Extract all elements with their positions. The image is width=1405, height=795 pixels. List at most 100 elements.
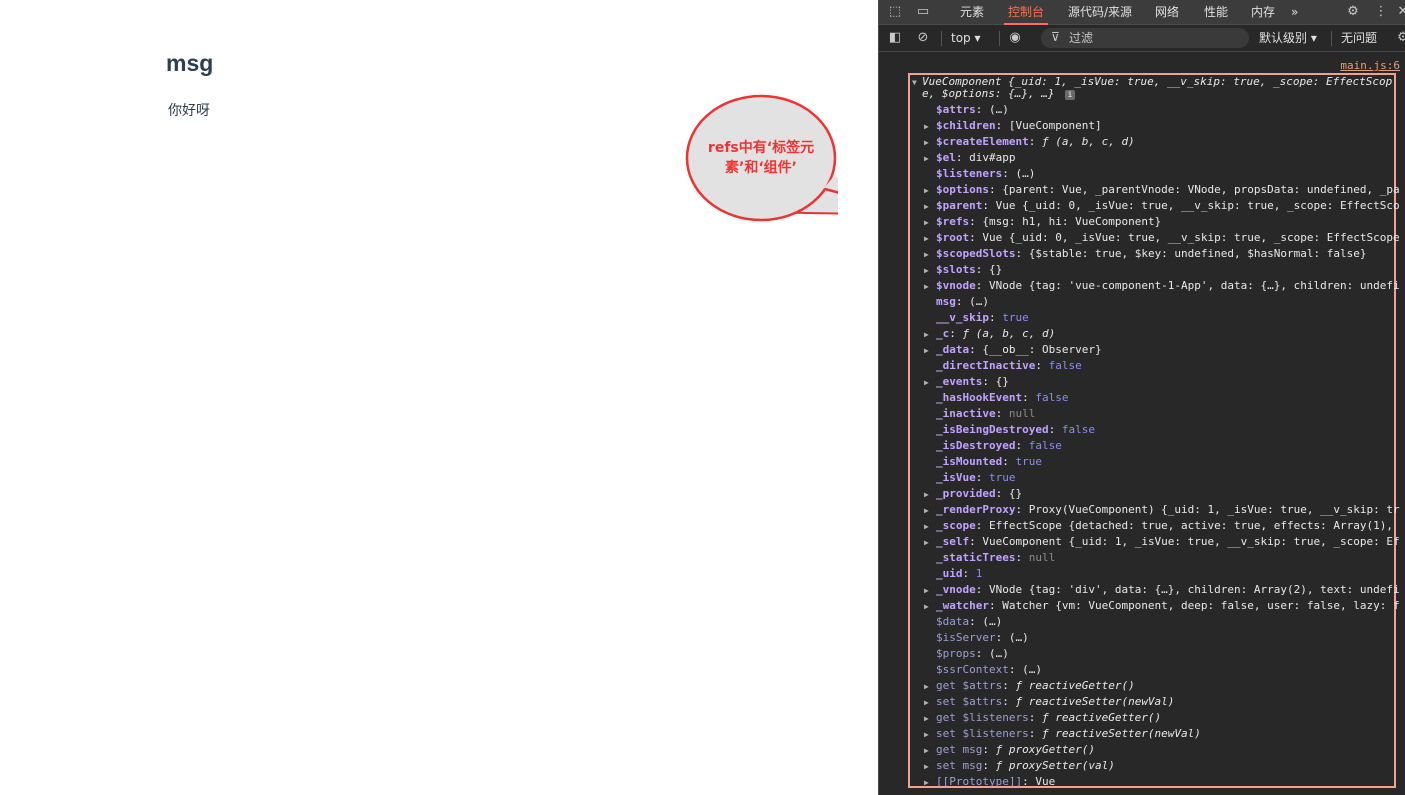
property-value: Watcher {vm: VueComponent, deep: false, … — [1002, 599, 1400, 612]
property-value: ƒ (a, b, c, d) — [962, 327, 1056, 340]
property-key: _isVue — [936, 471, 976, 484]
expand-arrow-icon[interactable]: ▶ — [924, 183, 929, 199]
expand-arrow-icon[interactable]: ▶ — [924, 695, 929, 711]
callout-text-line1: refs中有‘标签元 — [708, 139, 814, 156]
console-settings-icon[interactable]: ⚙ — [1395, 30, 1405, 46]
property-key: get $attrs — [936, 679, 1003, 692]
property-value: ƒ reactiveSetter(newVal) — [1015, 695, 1175, 708]
property-key: _hasHookEvent — [936, 391, 1023, 404]
property-key: $attrs — [936, 103, 976, 116]
property-value: ƒ (a, b, c, d) — [1041, 135, 1135, 148]
expand-arrow-icon[interactable]: ▶ — [924, 599, 929, 615]
expand-arrow-icon[interactable]: ▶ — [924, 583, 929, 599]
property-key: _isDestroyed — [936, 439, 1016, 452]
collapse-arrow-icon[interactable]: ▼ — [912, 75, 917, 91]
property-value: 1 — [975, 567, 983, 580]
property-value: null — [1028, 551, 1056, 564]
expand-arrow-icon[interactable]: ▶ — [924, 247, 929, 263]
property-key: _events — [936, 375, 983, 388]
property-key: $slots — [936, 263, 976, 276]
expand-arrow-icon[interactable]: ▶ — [924, 487, 929, 503]
expand-arrow-icon[interactable]: ▶ — [924, 343, 929, 359]
property-key: _data — [936, 343, 970, 356]
expand-arrow-icon[interactable]: ▶ — [924, 263, 929, 279]
property-value: VueComponent {_uid: 1, _isVue: true, __v… — [982, 535, 1400, 548]
property-value: {parent: Vue, _parentVnode: VNode, props… — [1002, 183, 1400, 196]
console-filter-input[interactable]: ⊽ 过滤 — [1041, 28, 1249, 48]
property-key: _provided — [936, 487, 996, 500]
live-expression-eye-icon[interactable]: ◉ — [1007, 30, 1023, 46]
tab-console[interactable]: 控制台 — [1003, 0, 1049, 25]
clear-console-icon[interactable]: ⊘ — [915, 30, 931, 46]
log-levels-dropdown[interactable]: 默认级别 ▾ — [1259, 25, 1317, 51]
greeting-text: 你好呀 — [168, 103, 210, 119]
expand-arrow-icon[interactable]: ▶ — [924, 279, 929, 295]
property-value: (…) — [982, 615, 1003, 628]
object-summary-cont: e, $options: {…}, …} i — [922, 86, 1076, 102]
property-value: true — [989, 471, 1016, 484]
context-selector[interactable]: top ▾ — [951, 25, 981, 51]
property-key: _renderProxy — [936, 503, 1016, 516]
property-key: _c — [936, 327, 950, 340]
property-value: true — [1015, 455, 1042, 468]
expand-arrow-icon[interactable]: ▶ — [924, 215, 929, 231]
property-value: (…) — [1008, 631, 1029, 644]
tab-elements[interactable]: 元素 — [960, 0, 984, 24]
property-value: {$stable: true, $key: undefined, $hasNor… — [1028, 247, 1367, 260]
tab-sources[interactable]: 源代码/来源 — [1068, 0, 1132, 24]
expand-arrow-icon[interactable]: ▶ — [924, 775, 929, 791]
close-icon[interactable]: ✕ — [1395, 4, 1405, 20]
more-options-icon[interactable]: ⋮ — [1373, 4, 1389, 20]
property-value: ƒ proxyGetter() — [995, 743, 1095, 756]
property-value: {msg: h1, hi: VueComponent} — [982, 215, 1162, 228]
expand-arrow-icon[interactable]: ▶ — [924, 679, 929, 695]
property-value: Vue {_uid: 0, _isVue: true, __v_skip: tr… — [982, 231, 1400, 244]
expand-arrow-icon[interactable]: ▶ — [924, 231, 929, 247]
property-key: _isMounted — [936, 455, 1003, 468]
property-value: false — [1061, 423, 1095, 436]
property-value: false — [1035, 391, 1069, 404]
callout-text-line2: 素’和‘组件’ — [725, 159, 797, 176]
expand-arrow-icon[interactable]: ▶ — [924, 727, 929, 743]
tab-performance[interactable]: 性能 — [1204, 0, 1228, 24]
expand-arrow-icon[interactable]: ▶ — [924, 743, 929, 759]
issues-button[interactable]: 无问题 — [1341, 25, 1377, 51]
source-link[interactable]: main.js:6 — [1340, 59, 1400, 72]
expand-arrow-icon[interactable]: ▶ — [924, 535, 929, 551]
property-key: _watcher — [936, 599, 989, 612]
tab-memory[interactable]: 内存 — [1251, 0, 1275, 24]
property-key: $root — [936, 231, 970, 244]
property-value: {__ob__: Observer} — [982, 343, 1102, 356]
inspect-element-icon[interactable]: ⬚ — [887, 4, 903, 20]
tab-network[interactable]: 网络 — [1155, 0, 1179, 24]
property-key: $refs — [936, 215, 970, 228]
sidebar-toggle-icon[interactable]: ◧ — [887, 30, 903, 46]
property-key: $ssrContext — [936, 663, 1009, 676]
expand-arrow-icon[interactable]: ▶ — [924, 199, 929, 215]
property-key: $data — [936, 615, 970, 628]
expand-arrow-icon[interactable]: ▶ — [924, 135, 929, 151]
msg-heading: msg — [166, 50, 214, 76]
property-value: Proxy(VueComponent) {_uid: 1, _isVue: tr… — [1028, 503, 1400, 516]
expand-arrow-icon[interactable]: ▶ — [924, 503, 929, 519]
property-value: ƒ reactiveGetter() — [1015, 679, 1135, 692]
property-key: $createElement — [936, 135, 1029, 148]
property-value: (…) — [989, 647, 1009, 660]
expand-arrow-icon[interactable]: ▶ — [924, 119, 929, 135]
more-tabs-icon[interactable]: » — [1291, 0, 1298, 24]
settings-gear-icon[interactable]: ⚙ — [1345, 4, 1361, 20]
expand-arrow-icon[interactable]: ▶ — [924, 519, 929, 535]
device-toolbar-icon[interactable]: ▭ — [915, 4, 931, 20]
property-key: $scopedSlots — [936, 247, 1016, 260]
expand-arrow-icon[interactable]: ▶ — [924, 327, 929, 343]
expand-arrow-icon[interactable]: ▶ — [924, 759, 929, 775]
info-icon[interactable]: i — [1065, 90, 1076, 100]
property-key: $parent — [936, 199, 983, 212]
annotation-callout: refs中有‘标签元 素’和‘组件’ — [685, 94, 838, 222]
expand-arrow-icon[interactable]: ▶ — [924, 711, 929, 727]
property-key: $isServer — [936, 631, 996, 644]
property-key: get $listeners — [936, 711, 1029, 724]
expand-arrow-icon[interactable]: ▶ — [924, 375, 929, 391]
property-key: set msg — [936, 759, 983, 772]
expand-arrow-icon[interactable]: ▶ — [924, 151, 929, 167]
